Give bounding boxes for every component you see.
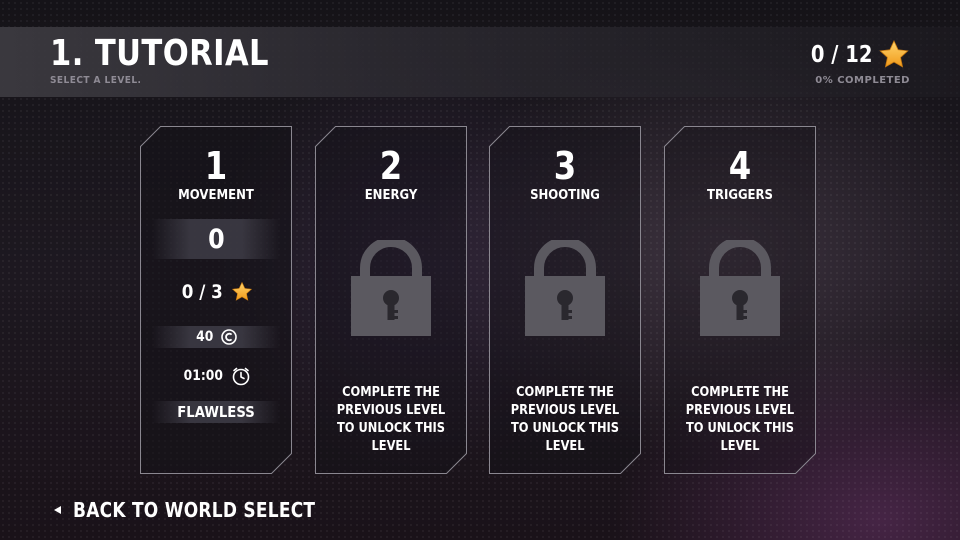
level-card-3[interactable]: 3 SHOOTING COMPLETE THE PREVIOUS LEVEL T… <box>489 126 641 474</box>
level-name: SHOOTING <box>530 188 600 203</box>
level-number: 2 <box>379 144 403 188</box>
lock-icon <box>700 240 780 336</box>
level-coins-value: 40 <box>196 329 214 345</box>
stars-total: 0 / 12 <box>800 38 910 72</box>
level-card-2[interactable]: 2 ENERGY COMPLETE THE PREVIOUS LEVEL TO … <box>315 126 467 474</box>
back-arrow-icon <box>54 506 61 514</box>
lock-icon <box>351 240 431 336</box>
level-stars: 0 / 3 <box>140 278 292 306</box>
level-score-value: 0 <box>207 223 225 255</box>
level-name: ENERGY <box>364 188 418 203</box>
star-icon <box>879 40 909 68</box>
level-card-1[interactable]: 1 MOVEMENT 0 0 / 3 40 01:00 FLAWLESS <box>140 126 292 474</box>
level-time-value: 01:00 <box>183 368 223 384</box>
timer-icon <box>232 367 250 386</box>
level-coins: 40 <box>140 326 292 348</box>
level-name: TRIGGERS <box>707 188 773 203</box>
stars-total-count: 0 / 12 <box>810 42 872 68</box>
level-number: 3 <box>553 144 577 188</box>
level-score: 0 <box>140 221 292 257</box>
level-card-4[interactable]: 4 TRIGGERS COMPLETE THE PREVIOUS LEVEL T… <box>664 126 816 474</box>
unlock-message: COMPLETE THE PREVIOUS LEVEL TO UNLOCK TH… <box>510 385 620 454</box>
level-number: 1 <box>204 144 228 188</box>
page-title: 1. TUTORIAL <box>50 33 269 74</box>
lock-icon <box>525 240 605 336</box>
level-name: MOVEMENT <box>178 188 254 203</box>
level-time: 01:00 <box>140 364 292 388</box>
unlock-message: COMPLETE THE PREVIOUS LEVEL TO UNLOCK TH… <box>685 385 795 454</box>
page-subtitle: SELECT A LEVEL. <box>50 75 142 86</box>
completion-percent: 0% COMPLETED <box>815 75 910 86</box>
coin-icon <box>220 329 237 345</box>
level-flawless-label: FLAWLESS <box>177 403 255 421</box>
level-number: 4 <box>728 144 752 188</box>
unlock-message: COMPLETE THE PREVIOUS LEVEL TO UNLOCK TH… <box>336 385 446 454</box>
level-stars-value: 0 / 3 <box>181 281 223 303</box>
back-to-world-select-button[interactable]: BACK TO WORLD SELECT <box>54 498 358 522</box>
level-flawless: FLAWLESS <box>140 401 292 423</box>
back-label: BACK TO WORLD SELECT <box>73 498 316 522</box>
star-icon <box>232 281 253 301</box>
